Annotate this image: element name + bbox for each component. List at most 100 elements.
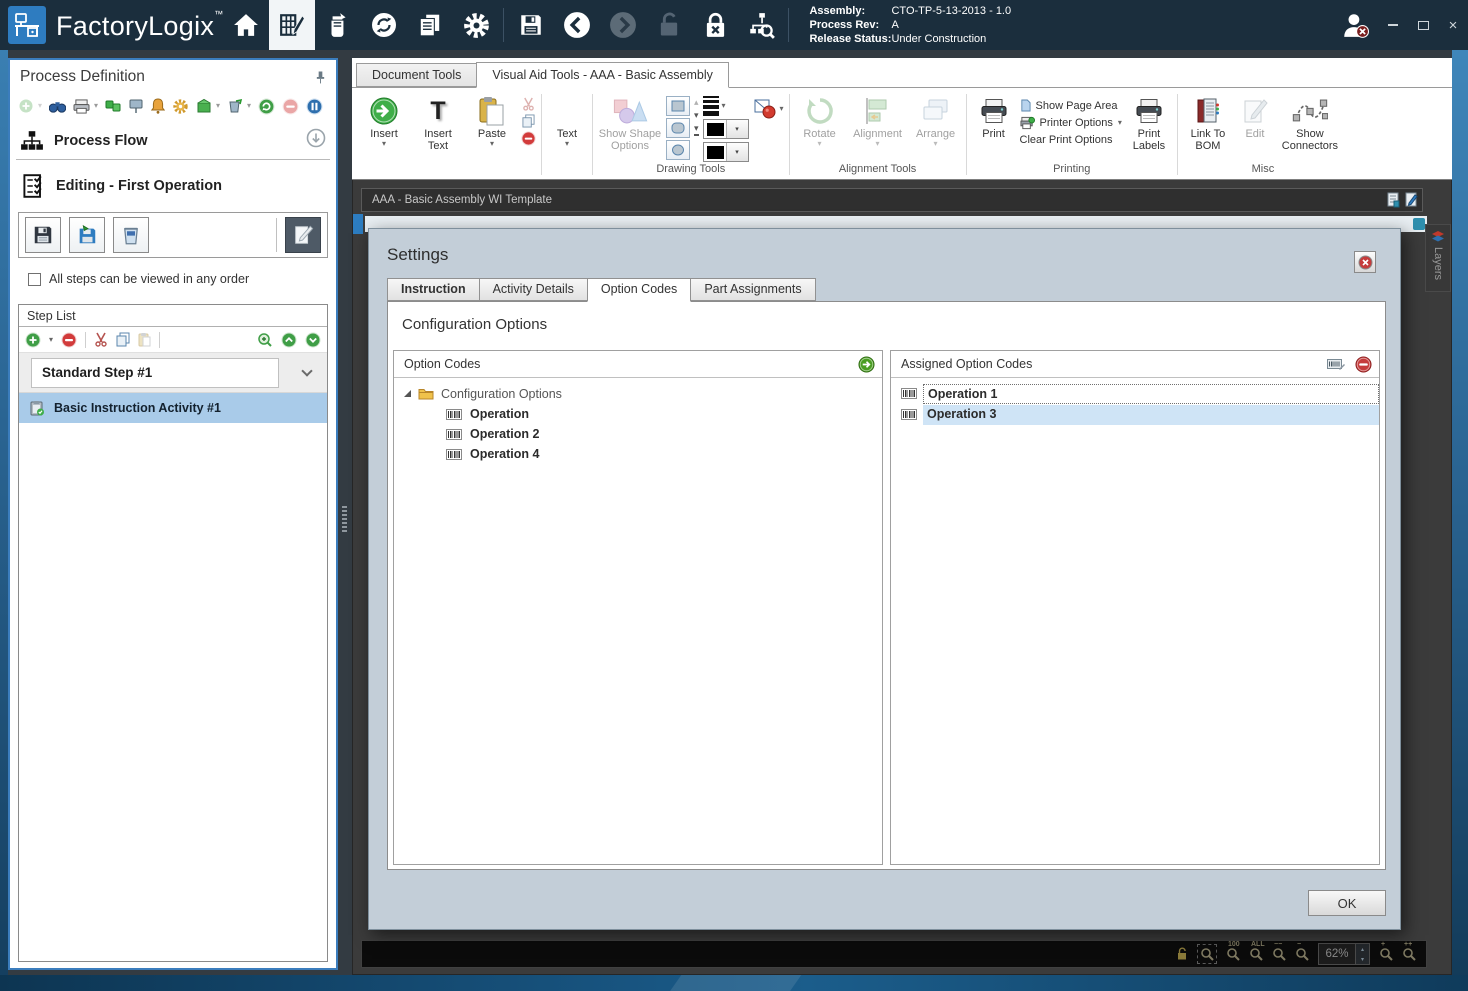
package-dropdown-icon[interactable]: ▾ — [216, 102, 220, 110]
save-button[interactable] — [508, 0, 554, 50]
process-flow-row[interactable]: Process Flow — [16, 122, 330, 160]
panel-splitter[interactable] — [338, 58, 352, 975]
refresh-button[interactable] — [258, 98, 275, 115]
remove-step-button[interactable] — [61, 332, 77, 348]
print-dropdown-icon[interactable]: ▾ — [94, 102, 98, 110]
tab-document-tools[interactable]: Document Tools — [356, 63, 478, 87]
print-labels-button[interactable]: Print Labels — [1126, 93, 1172, 152]
arrange-dropdown-icon[interactable]: ▾ — [934, 140, 938, 148]
assigned-item-selected[interactable]: Operation 3 — [891, 404, 1379, 425]
tab-option-codes[interactable]: Option Codes — [586, 278, 692, 302]
show-connectors-button[interactable]: Show Connectors — [1277, 93, 1343, 152]
ok-button[interactable]: OK — [1308, 890, 1386, 916]
pen-color-dropdown-icon[interactable]: ▾ — [780, 105, 784, 113]
cut-step-button[interactable] — [94, 332, 108, 347]
rotate-button[interactable]: Rotate ▾ — [795, 93, 845, 148]
minimize-button[interactable] — [1378, 5, 1408, 45]
paste-button[interactable]: Paste ▾ — [467, 93, 517, 148]
unlock-button[interactable] — [646, 0, 692, 50]
zoom-lock-icon[interactable] — [1176, 947, 1188, 961]
line-style-button[interactable]: ▾ — [702, 96, 749, 116]
tree-expander-icon[interactable] — [404, 390, 411, 397]
process-search-button[interactable] — [738, 0, 784, 50]
insert-button[interactable]: Insert ▾ — [359, 93, 409, 148]
activity-row-selected[interactable]: Basic Instruction Activity #1 — [19, 393, 327, 423]
package-button[interactable] — [196, 98, 212, 114]
show-shape-options-button[interactable]: Show Shape Options — [598, 93, 662, 152]
zoom-out-fast-button[interactable]: −− — [1272, 941, 1286, 961]
text-button[interactable]: Text ▾ — [547, 93, 587, 148]
assigned-item[interactable]: Operation 1 — [891, 383, 1379, 404]
line-style-dropdown-icon[interactable]: ▾ — [722, 102, 726, 110]
copy-step-button[interactable] — [116, 332, 130, 347]
settings-button[interactable] — [453, 0, 499, 50]
add-dropdown-icon[interactable]: ▾ — [38, 102, 42, 110]
add-process-button[interactable] — [18, 98, 34, 114]
rect-shape-button[interactable] — [666, 96, 690, 116]
chevron-down-icon[interactable] — [301, 364, 313, 377]
printer-options-dropdown-icon[interactable]: ▾ — [1118, 119, 1122, 127]
pause-button[interactable] — [306, 98, 323, 115]
show-page-area-button[interactable]: Show Page Area — [1020, 99, 1122, 112]
zoom-level-value[interactable]: 62% — [1319, 944, 1355, 964]
rotate-dropdown-icon[interactable]: ▾ — [818, 140, 822, 148]
layers-tab[interactable]: Layers — [1425, 224, 1451, 292]
alignment-dropdown-icon[interactable]: ▾ — [876, 140, 880, 148]
tab-instruction[interactable]: Instruction — [387, 278, 480, 301]
alignment-button[interactable]: Alignment ▾ — [849, 93, 907, 148]
printer-options-button[interactable]: Printer Options ▾ — [1020, 116, 1122, 130]
copy-button[interactable] — [522, 114, 535, 128]
logout-user-button[interactable] — [1332, 0, 1378, 50]
tree-root-row[interactable]: Configuration Options — [394, 383, 882, 404]
doc-edit-icon[interactable] — [1404, 192, 1418, 208]
add-step-dropdown-icon[interactable]: ▾ — [49, 335, 53, 344]
line-color-dropdown-icon[interactable]: ▾ — [725, 120, 748, 138]
sync-button[interactable] — [361, 0, 407, 50]
text-dropdown-icon[interactable]: ▾ — [565, 140, 569, 148]
zoom-in-fast-button[interactable]: ++ — [1402, 941, 1416, 961]
option-code-item[interactable]: Operation — [394, 404, 882, 424]
delete-shape-button[interactable] — [521, 131, 536, 146]
close-button[interactable]: × — [1438, 5, 1468, 45]
plugins-button[interactable] — [105, 99, 121, 113]
edit-mode-button[interactable] — [285, 217, 321, 253]
delete-restore-button[interactable] — [227, 98, 243, 114]
dialog-close-button[interactable] — [1354, 251, 1376, 273]
fill-color-dropdown-icon[interactable]: ▾ — [725, 143, 748, 161]
process-editor-button[interactable] — [269, 0, 316, 50]
zoom-level-spinner[interactable]: 62% ▴ ▾ — [1318, 943, 1370, 965]
forward-button[interactable] — [600, 0, 646, 50]
pen-color-button[interactable]: ▾ — [753, 93, 784, 120]
zoom-spin-down-icon[interactable]: ▾ — [1356, 954, 1369, 964]
scroll-down-icon[interactable]: ▾ — [694, 111, 699, 120]
materials-button[interactable] — [315, 0, 361, 50]
clear-print-options-button[interactable]: Clear Print Options — [1020, 134, 1122, 146]
print-button[interactable]: Print — [972, 93, 1016, 140]
back-button[interactable] — [554, 0, 600, 50]
remove-assigned-button[interactable] — [1355, 355, 1372, 373]
paste-step-button[interactable] — [138, 332, 151, 347]
notify-bell-button[interactable] — [151, 98, 166, 114]
line-color-picker[interactable]: ▾ — [702, 119, 749, 139]
option-code-item[interactable]: Operation 2 — [394, 424, 882, 444]
scroll-end-icon[interactable]: ▾ — [694, 124, 699, 136]
option-code-item[interactable]: Operation 4 — [394, 444, 882, 464]
discard-button[interactable] — [113, 217, 149, 253]
cut-button[interactable] — [522, 97, 535, 111]
paste-dropdown-icon[interactable]: ▾ — [490, 140, 494, 148]
documents-button[interactable] — [407, 0, 453, 50]
assign-option-button[interactable] — [858, 355, 875, 373]
ellipse-shape-button[interactable] — [666, 140, 690, 160]
zoom-step-button[interactable] — [257, 332, 273, 348]
zoom-out-button[interactable]: − — [1295, 941, 1309, 961]
tab-part-assignments[interactable]: Part Assignments — [690, 278, 816, 301]
tab-visual-aid-tools[interactable]: Visual Aid Tools - AAA - Basic Assembly — [476, 62, 729, 88]
find-button[interactable] — [49, 100, 67, 113]
stop-button[interactable] — [282, 98, 299, 115]
insert-text-button[interactable]: T Insert Text — [413, 93, 463, 153]
link-to-bom-button[interactable]: Link To BOM — [1183, 93, 1233, 152]
zoom-all-button[interactable]: ALL — [1249, 941, 1265, 961]
edit-assigned-button[interactable] — [1327, 358, 1345, 371]
zoom-selection-button[interactable] — [1197, 944, 1217, 964]
move-step-down-button[interactable] — [305, 332, 321, 348]
